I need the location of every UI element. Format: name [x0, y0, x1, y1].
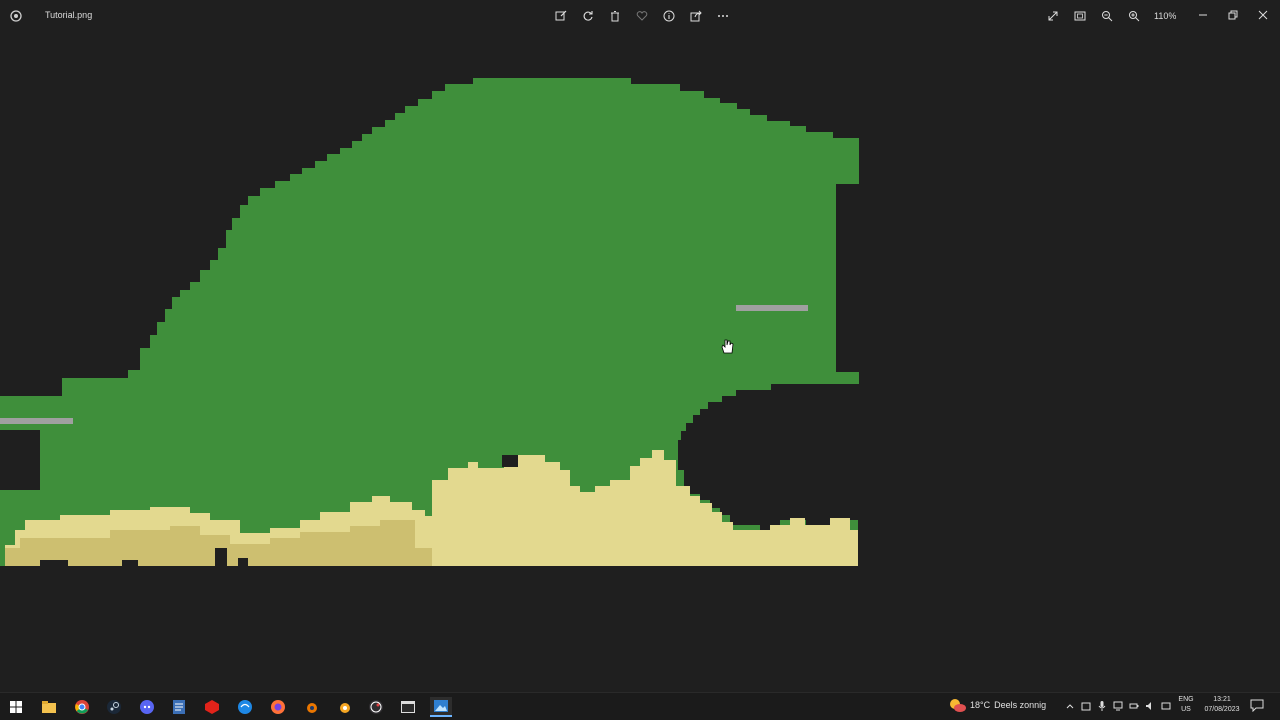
display-icon[interactable] — [1112, 699, 1124, 713]
edit-icon[interactable] — [550, 6, 571, 26]
weather-desc: Deels zonnig — [994, 700, 1047, 710]
obs-icon[interactable] — [366, 697, 386, 717]
favorite-icon[interactable] — [631, 6, 652, 26]
more-icon[interactable] — [712, 6, 733, 26]
weather-widget[interactable]: 18°C Deels zonnig — [948, 697, 1046, 713]
zoom-out-icon[interactable] — [1096, 6, 1117, 26]
sand-gap — [238, 558, 248, 566]
roblox-studio-icon[interactable] — [202, 697, 222, 717]
rail-platform — [736, 305, 808, 311]
system-clock[interactable]: 13:21 07/08/2023 — [1199, 695, 1245, 715]
blender-alt-icon[interactable] — [334, 697, 354, 717]
sand-gap — [122, 560, 138, 566]
weather-temp: 18°C — [970, 700, 991, 710]
system-tray — [1064, 699, 1172, 713]
window-title: Tutorial.png — [45, 10, 93, 20]
sand-gap — [40, 560, 68, 566]
delete-icon[interactable] — [604, 6, 625, 26]
photos-app-icon[interactable] — [9, 9, 23, 23]
photos-icon[interactable] — [430, 697, 452, 717]
fit-window-icon[interactable] — [1069, 6, 1090, 26]
firefox-icon[interactable] — [268, 697, 288, 717]
tutorial-image — [0, 78, 859, 566]
weather-icon — [950, 699, 966, 712]
window-controls — [1188, 4, 1278, 26]
view-tools: 110% — [1042, 6, 1176, 26]
image-canvas[interactable] — [0, 32, 1280, 692]
clock-time: 13:21 — [1213, 696, 1231, 703]
rotate-icon[interactable] — [577, 6, 598, 26]
share-icon[interactable] — [685, 6, 706, 26]
grass-region — [0, 78, 859, 566]
input-language[interactable]: ENG US — [1176, 695, 1196, 715]
clock-date: 07/08/2023 — [1204, 706, 1240, 713]
notification-icon[interactable] — [1250, 698, 1268, 716]
camera-icon[interactable] — [1080, 699, 1092, 713]
dark-block — [502, 455, 518, 467]
restore-icon[interactable] — [1218, 4, 1248, 26]
steam-icon[interactable] — [104, 697, 124, 717]
volume-icon[interactable] — [1144, 699, 1156, 713]
file-explorer-icon[interactable] — [39, 697, 59, 717]
notepad-icon[interactable] — [169, 697, 189, 717]
zoom-in-icon[interactable] — [1123, 6, 1144, 26]
fullscreen-icon[interactable] — [1042, 6, 1063, 26]
info-icon[interactable] — [658, 6, 679, 26]
image-toolbar — [550, 6, 733, 26]
chrome-icon[interactable] — [72, 697, 92, 717]
keyboard-layout: US — [1181, 706, 1191, 713]
generic-window-icon[interactable] — [398, 697, 418, 717]
rail-platform — [0, 418, 73, 424]
battery-icon[interactable] — [1128, 699, 1140, 713]
microphone-icon[interactable] — [1096, 699, 1108, 713]
start-icon[interactable] — [6, 697, 26, 717]
taskbar: 18°C Deels zonnig ENG US 13:21 07/08/202… — [0, 692, 1280, 720]
discord-icon[interactable] — [137, 697, 157, 717]
zoom-level[interactable]: 110% — [1154, 11, 1176, 21]
network-icon[interactable] — [1160, 699, 1172, 713]
title-bar: Tutorial.png 110% — [0, 0, 1280, 32]
browser-icon[interactable] — [235, 697, 255, 717]
blender-icon[interactable] — [301, 697, 321, 717]
chevron-up-icon[interactable] — [1064, 699, 1076, 713]
close-icon[interactable] — [1248, 4, 1278, 26]
hand-cursor-icon — [721, 339, 734, 354]
sand-gap — [215, 548, 227, 566]
language-code: ENG — [1178, 696, 1194, 703]
minimize-icon[interactable] — [1188, 4, 1218, 26]
